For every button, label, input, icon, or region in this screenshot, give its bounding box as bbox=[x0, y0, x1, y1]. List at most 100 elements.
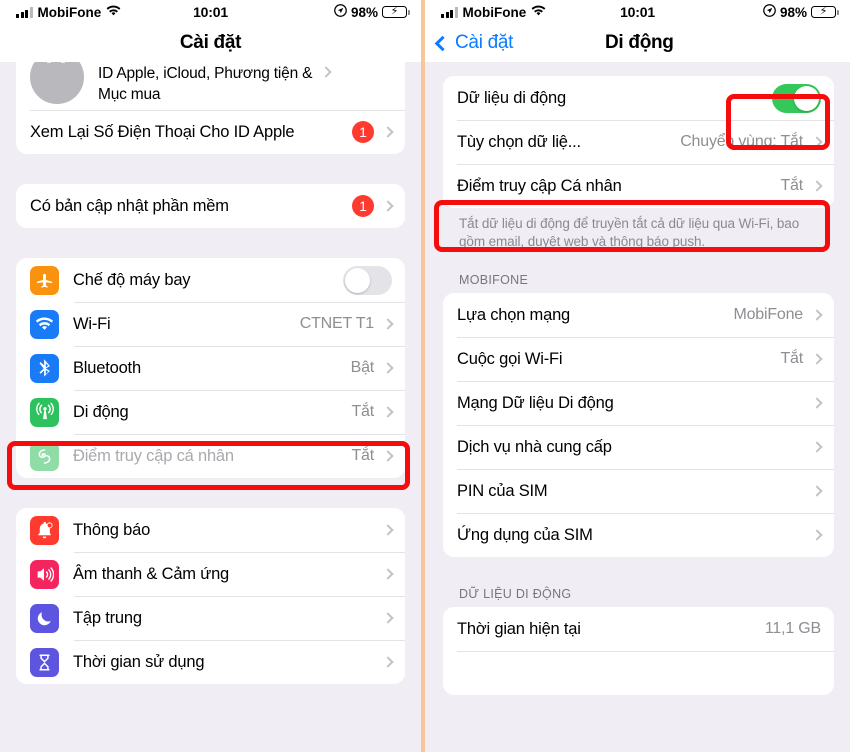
airplane-mode-label: Chế độ máy bay bbox=[73, 270, 191, 289]
sim-applications-row[interactable]: Ứng dụng của SIM bbox=[443, 512, 834, 557]
nav-bar-left: Cài đặt bbox=[0, 24, 422, 62]
back-button-label: Cài đặt bbox=[455, 32, 514, 53]
sidebar-item-notifications[interactable]: Thông báo bbox=[16, 508, 405, 552]
chevron-right-icon bbox=[382, 126, 394, 138]
status-bar-right-group: 98% ⚡ bbox=[763, 4, 839, 20]
sidebar-item-personal-hotspot[interactable]: Điểm truy cập cá nhân Tắt bbox=[16, 434, 406, 478]
cellular-label: Di động bbox=[73, 402, 129, 421]
chevron-right-icon bbox=[811, 484, 823, 497]
left-phone-screen: MobiFone 10:01 98% ⚡ Cài đặt ID Apple, i… bbox=[0, 0, 422, 752]
chevron-right-icon bbox=[382, 200, 394, 212]
screen-time-label: Thời gian sử dụng bbox=[73, 652, 205, 671]
sim-pin-row[interactable]: PIN của SIM bbox=[443, 468, 834, 513]
sidebar-item-bluetooth[interactable]: Bluetooth Bật bbox=[16, 346, 406, 390]
carrier-services-label: Dịch vụ nhà cung cấp bbox=[457, 437, 612, 456]
location-arrow-icon bbox=[763, 4, 776, 20]
hotspot-icon bbox=[30, 441, 59, 471]
network-selection-label: Lựa chọn mạng bbox=[457, 305, 571, 324]
wifi-label: Wi-Fi bbox=[73, 314, 111, 333]
chevron-right-icon bbox=[382, 318, 394, 330]
current-period-label: Thời gian hiện tại bbox=[457, 619, 581, 638]
chevron-right-icon bbox=[811, 440, 823, 453]
carrier-services-row[interactable]: Dịch vụ nhà cung cấp bbox=[443, 424, 834, 469]
cellular-bars-icon bbox=[16, 6, 33, 18]
chevron-right-icon bbox=[811, 352, 823, 365]
software-update-row[interactable]: Có bản cập nhật phần mềm 1 bbox=[16, 184, 405, 228]
status-bar-left-group: MobiFone bbox=[16, 5, 121, 20]
bluetooth-icon bbox=[30, 353, 59, 383]
cellular-data-toggle[interactable] bbox=[772, 83, 821, 113]
chevron-right-icon bbox=[811, 180, 823, 192]
status-bar-right: MobiFone 10:01 98% ⚡ bbox=[425, 0, 850, 24]
cellular-data-footnote: Tắt dữ liệu di động để truyền tắt cả dữ … bbox=[459, 216, 800, 249]
review-phone-row[interactable]: Xem Lại Số Điện Thoại Cho ID Apple 1 bbox=[16, 110, 406, 154]
apple-id-row[interactable]: ID Apple, iCloud, Phương tiện & Mục mua bbox=[16, 62, 405, 110]
wifi-calling-row[interactable]: Cuộc gọi Wi-Fi Tắt bbox=[443, 336, 834, 381]
speaker-icon bbox=[30, 559, 59, 589]
software-update-label: Có bản cập nhật phần mềm bbox=[30, 196, 229, 215]
sidebar-item-focus[interactable]: Tập trung bbox=[16, 596, 406, 640]
sidebar-item-airplane-mode[interactable]: Chế độ máy bay bbox=[16, 258, 405, 302]
data-options-row[interactable]: Tùy chọn dữ liệ... Chuyển vùng: Tắt bbox=[443, 120, 834, 164]
wifi-calling-label: Cuộc gọi Wi-Fi bbox=[457, 349, 563, 368]
cellular-data-row[interactable]: Dữ liệu di động bbox=[443, 76, 834, 120]
chevron-right-icon bbox=[811, 136, 823, 148]
usage-card: Thời gian hiện tại 11,1 GB bbox=[443, 606, 834, 695]
status-badge: 1 bbox=[352, 195, 375, 217]
chevron-left-icon bbox=[434, 35, 451, 51]
apple-id-card: ID Apple, iCloud, Phương tiện & Mục mua … bbox=[16, 62, 406, 154]
current-period-row[interactable]: Thời gian hiện tại 11,1 GB bbox=[443, 607, 834, 651]
cellular-settings-list[interactable]: Dữ liệu di động Tùy chọn dữ liệ... Chuyể… bbox=[425, 62, 850, 752]
back-button[interactable]: Cài đặt bbox=[434, 32, 514, 54]
chevron-right-icon bbox=[320, 66, 332, 78]
current-period-value: 11,1 GB bbox=[764, 619, 821, 637]
right-phone-screen: MobiFone 10:01 98% ⚡ Cài đặt Di động Dữ … bbox=[425, 0, 850, 752]
usage-row-partial[interactable] bbox=[443, 650, 834, 695]
battery-charging-icon: ⚡ bbox=[811, 5, 839, 19]
bluetooth-label: Bluetooth bbox=[73, 358, 141, 377]
bell-icon bbox=[30, 515, 59, 545]
cellular-data-group-header: DỮ LIỆU DI ĐỘNG bbox=[459, 586, 572, 601]
dual-screenshot-stage: MobiFone 10:01 98% ⚡ Cài đặt ID Apple, i… bbox=[0, 0, 850, 752]
data-options-value: Chuyển vùng: Tắt bbox=[680, 133, 803, 150]
sidebar-item-screen-time[interactable]: Thời gian sử dụng bbox=[16, 640, 406, 684]
wifi-icon bbox=[30, 309, 59, 339]
cellular-data-label: Dữ liệu di động bbox=[457, 88, 566, 107]
network-selection-row[interactable]: Lựa chọn mạng MobiFone bbox=[443, 293, 834, 337]
cellular-data-network-row[interactable]: Mạng Dữ liệu Di động bbox=[443, 380, 834, 425]
sidebar-item-cellular[interactable]: Di động Tắt bbox=[16, 390, 406, 434]
sim-applications-label: Ứng dụng của SIM bbox=[457, 525, 593, 544]
status-bar-right-group: 98% ⚡ bbox=[334, 4, 410, 20]
apple-id-subtitle-line2: Mục mua bbox=[98, 85, 161, 103]
chevron-right-icon bbox=[811, 308, 823, 321]
chevron-right-icon bbox=[382, 568, 394, 580]
sim-pin-label: PIN của SIM bbox=[457, 481, 548, 500]
battery-charging-icon: ⚡ bbox=[382, 5, 410, 19]
sounds-haptics-label: Âm thanh & Cảm ứng bbox=[73, 564, 230, 583]
chevron-right-icon bbox=[811, 528, 823, 541]
airplane-mode-toggle[interactable] bbox=[343, 265, 393, 295]
status-bar-left-group: MobiFone bbox=[441, 5, 546, 20]
bluetooth-value: Bật bbox=[350, 359, 375, 376]
personal-hotspot-row[interactable]: Điểm truy cập Cá nhân Tắt bbox=[443, 164, 834, 208]
chevron-right-icon bbox=[382, 450, 394, 462]
cellular-antenna-icon bbox=[30, 397, 59, 427]
personal-hotspot-label: Điểm truy cập Cá nhân bbox=[457, 176, 622, 195]
carrier-card: Lựa chọn mạng MobiFone Cuộc gọi Wi-Fi Tắ… bbox=[443, 292, 834, 557]
settings-list-left[interactable]: ID Apple, iCloud, Phương tiện & Mục mua … bbox=[0, 62, 422, 752]
hourglass-icon bbox=[30, 647, 59, 677]
sidebar-item-wifi[interactable]: Wi-Fi CTNET T1 bbox=[16, 302, 406, 346]
carrier-group-header: MOBIFONE bbox=[459, 272, 529, 287]
sidebar-item-sounds-haptics[interactable]: Âm thanh & Cảm ứng bbox=[16, 552, 406, 596]
focus-label: Tập trung bbox=[73, 608, 142, 627]
chevron-right-icon bbox=[382, 612, 394, 624]
carrier-label: MobiFone bbox=[37, 4, 102, 20]
wifi-calling-value: Tắt bbox=[780, 349, 803, 367]
wifi-value: CTNET T1 bbox=[299, 315, 375, 332]
chevron-right-icon bbox=[811, 396, 823, 409]
cellular-bars-icon bbox=[441, 6, 458, 18]
cellular-value: Tắt bbox=[351, 403, 375, 420]
wifi-icon bbox=[106, 5, 121, 20]
status-bar-left: MobiFone 10:01 98% ⚡ bbox=[0, 0, 422, 24]
avatar bbox=[30, 62, 84, 104]
